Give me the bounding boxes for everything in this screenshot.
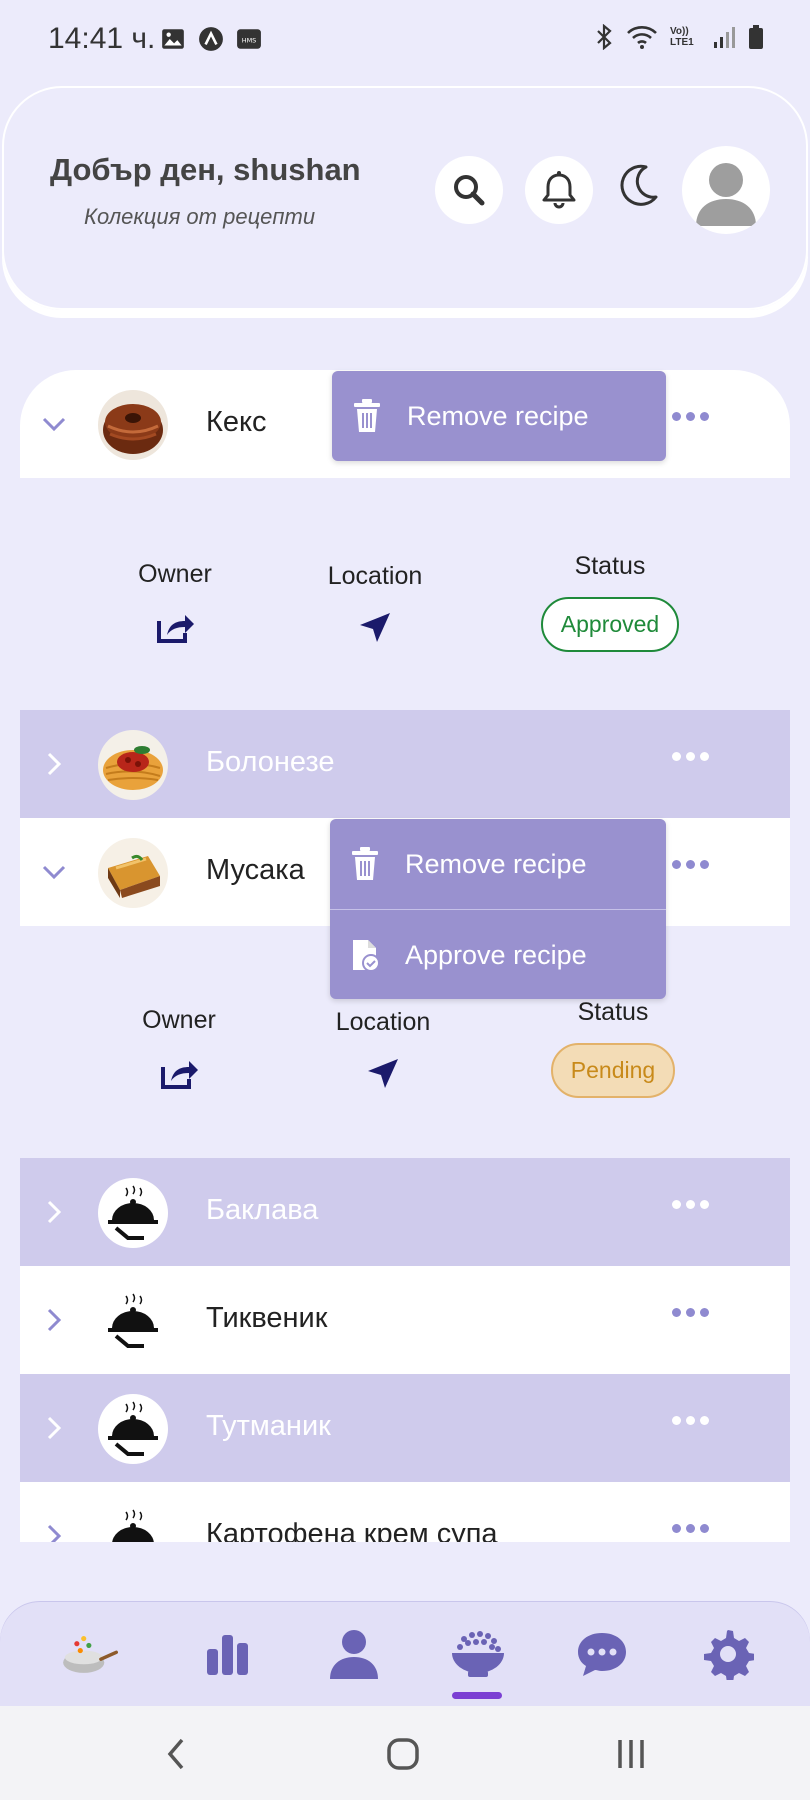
recipe-name: Мусака [206, 854, 305, 886]
chevron-right-icon[interactable] [38, 1412, 70, 1444]
recipe-name: Картофена крем супа [206, 1518, 498, 1542]
recent-apps-icon[interactable] [614, 1736, 648, 1772]
more-options-icon[interactable] [672, 1416, 709, 1425]
user-icon[interactable] [324, 1624, 384, 1684]
share-icon[interactable] [159, 1055, 199, 1091]
status-label: Status [574, 552, 646, 580]
bluetooth-icon [597, 24, 612, 50]
location-arrow-icon[interactable] [366, 1057, 400, 1091]
back-icon[interactable] [164, 1736, 188, 1772]
more-options-icon[interactable] [672, 752, 709, 761]
more-options-icon[interactable] [672, 860, 709, 869]
location-label: Location [335, 1008, 431, 1036]
remove-recipe-menu-item[interactable]: Remove recipe [332, 371, 666, 461]
greeting-title: Добър ден, shushan [50, 152, 361, 187]
owner-label: Owner [142, 1006, 216, 1034]
recipe-name: Тиквеник [206, 1302, 328, 1334]
hms-icon: HMS [237, 29, 261, 49]
trash-icon [352, 847, 378, 880]
avatar[interactable] [682, 146, 770, 234]
bottom-navigation [0, 1602, 810, 1706]
status-label: Status [577, 998, 649, 1026]
moon-icon [620, 164, 658, 206]
recipe-name: Тутманик [206, 1410, 331, 1442]
volte-icon: Vo)) LTE1 [670, 26, 694, 48]
remove-recipe-label: Remove recipe [407, 401, 589, 431]
chevron-right-icon[interactable] [38, 1304, 70, 1336]
recipe-context-menu-musaka: Remove recipe Approve recipe [330, 819, 666, 999]
chevron-right-icon[interactable] [38, 1196, 70, 1228]
gallery-icon [162, 29, 184, 49]
system-navigation-bar [0, 1706, 810, 1800]
chevron-right-icon[interactable] [38, 748, 70, 780]
recipe-context-menu-keks: Remove recipe [332, 371, 666, 461]
share-icon[interactable] [155, 609, 195, 645]
settings-icon[interactable] [698, 1624, 758, 1684]
recipe-name: Кекс [206, 406, 267, 438]
theme-toggle-button[interactable] [614, 156, 664, 216]
remove-recipe-label: Remove recipe [405, 849, 587, 879]
search-button[interactable] [435, 156, 503, 224]
owner-label: Owner [138, 560, 212, 588]
status-bar: 14:41 ч. HMS Vo)) LTE1 [0, 0, 810, 82]
battery-icon [749, 25, 763, 49]
chat-icon[interactable] [572, 1624, 632, 1684]
recipe-row-bolognese[interactable]: Болонезе [20, 710, 790, 818]
svg-text:HMS: HMS [242, 36, 257, 44]
chevron-down-icon[interactable] [38, 856, 70, 888]
location-arrow-icon[interactable] [358, 611, 392, 645]
recipe-row-baklava[interactable]: Баклава [20, 1158, 790, 1266]
more-options-icon[interactable] [672, 412, 709, 421]
notifications-button[interactable] [525, 156, 593, 224]
file-check-icon [353, 940, 380, 972]
recipe-row-potato-soup[interactable]: Картофена крем супа [20, 1482, 790, 1542]
bowl-icon[interactable] [448, 1624, 508, 1684]
status-time: 14:41 ч. [48, 22, 156, 55]
wifi-icon [627, 26, 657, 49]
recipe-row-tikvenik[interactable]: Тиквеник [20, 1266, 790, 1374]
recipe-name: Болонезе [206, 746, 335, 778]
more-options-icon[interactable] [672, 1524, 709, 1533]
app-icon [199, 27, 223, 51]
cloche-icon [98, 1394, 168, 1464]
home-icon[interactable] [386, 1736, 420, 1772]
approve-recipe-menu-item[interactable]: Approve recipe [330, 909, 666, 999]
wok-icon[interactable] [58, 1624, 118, 1684]
signal-icon [714, 27, 735, 48]
recipe-row-tutmanik[interactable]: Тутманик [20, 1374, 790, 1482]
recipe-details-keks: Owner Location Status Approved [20, 478, 790, 710]
bell-icon [542, 171, 576, 209]
remove-recipe-menu-item[interactable]: Remove recipe [330, 819, 666, 909]
cake-icon [98, 390, 168, 460]
approve-recipe-label: Approve recipe [405, 940, 587, 970]
user-avatar-icon [696, 163, 756, 226]
moussaka-icon [98, 838, 168, 908]
cloche-icon [98, 1502, 168, 1542]
chevron-down-icon[interactable] [38, 408, 70, 440]
chart-icon[interactable] [198, 1624, 258, 1684]
more-options-icon[interactable] [672, 1200, 709, 1209]
cloche-icon [98, 1178, 168, 1248]
recipe-name: Баклава [206, 1194, 319, 1226]
status-badge: Pending [550, 1043, 676, 1098]
more-options-icon[interactable] [672, 1308, 709, 1317]
status-badge: Approved [540, 597, 680, 652]
greeting-subtitle: Колекция от рецепти [84, 204, 316, 229]
search-icon [454, 175, 485, 206]
location-label: Location [327, 562, 423, 590]
spaghetti-icon [98, 730, 168, 800]
trash-icon [354, 399, 380, 432]
chevron-right-icon[interactable] [38, 1520, 70, 1542]
cloche-icon [98, 1286, 168, 1356]
active-tab-indicator [452, 1692, 502, 1699]
